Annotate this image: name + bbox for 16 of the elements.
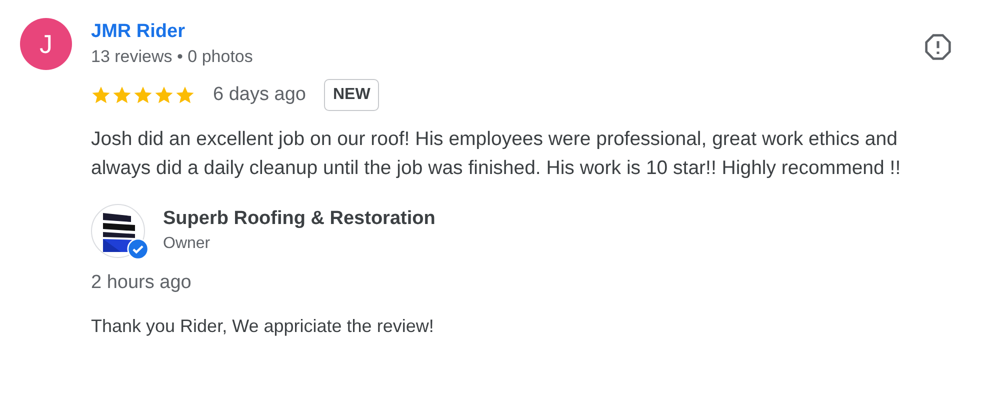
reviewer-name[interactable]: JMR Rider xyxy=(91,19,961,45)
owner-role: Owner xyxy=(163,234,212,254)
reviewer-meta: 13 reviews • 0 photos xyxy=(91,46,253,68)
new-badge: NEW xyxy=(324,79,380,111)
response-text: Thank you Rider, We appriciate the review! xyxy=(91,316,435,337)
star-icon xyxy=(154,85,174,105)
report-icon[interactable] xyxy=(924,33,952,61)
star-icon xyxy=(112,85,132,105)
review-text: Josh did an excellent job on our roof! His employees were professional, great work ethics and always did a daily cleanup until the job was finished. His work is 10 star!! Highly recommend !! xyxy=(91,127,902,181)
owner-name[interactable]: Superb Roofing & Restoration xyxy=(163,206,436,232)
review-time: 6 days ago xyxy=(213,84,306,106)
response-time: 2 hours ago xyxy=(91,272,192,294)
star-icon xyxy=(133,85,153,105)
star-icon xyxy=(91,85,111,105)
avatar[interactable]: J xyxy=(20,18,72,70)
star-icon xyxy=(175,85,195,105)
